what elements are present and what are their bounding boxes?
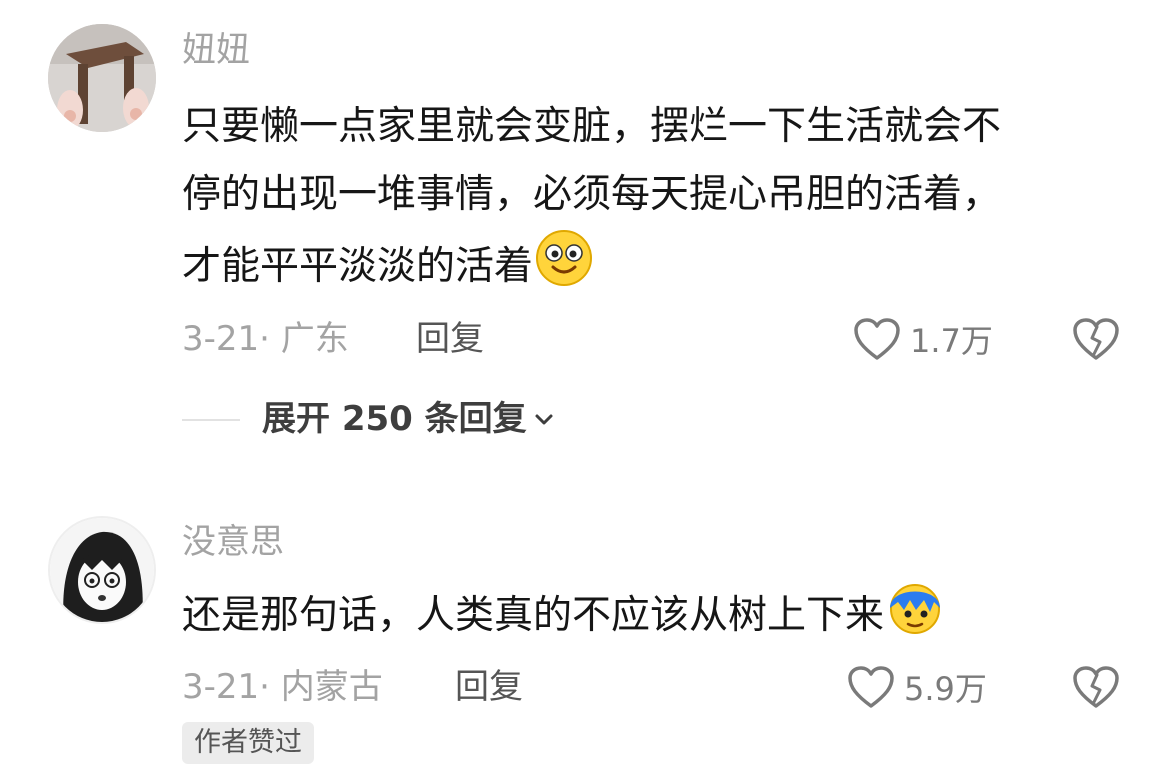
- broken-heart-icon[interactable]: [1072, 664, 1120, 710]
- username[interactable]: 没意思: [182, 522, 284, 562]
- comment-date: 3-21: [182, 319, 260, 359]
- reply-button[interactable]: 回复: [416, 319, 484, 359]
- username[interactable]: 妞妞: [182, 30, 250, 70]
- expand-divider: [182, 419, 240, 421]
- author-liked-badge: 作者赞过: [182, 722, 314, 764]
- comment-line-text: 还是那句话，人类真的不应该从树上下来: [182, 593, 885, 638]
- expand-replies-label: 展开 250 条回复: [262, 399, 527, 439]
- comment-location: 内蒙古: [280, 667, 383, 707]
- comment-meta: 3-21· 广东: [182, 319, 349, 359]
- chevron-down-icon: [535, 414, 553, 425]
- comment-text: 只要懒一点家里就会变脏，摆烂一下生活就会不 停的出现一堆事情，必须每天提心吊胆的…: [182, 93, 1001, 301]
- comment-line: 停的出现一堆事情，必须每天提心吊胆的活着，: [182, 172, 1002, 217]
- comment-location: 广东: [280, 319, 349, 359]
- expand-replies-button[interactable]: 展开 250 条回复: [262, 399, 555, 439]
- smiling-face-emoji: [536, 230, 593, 286]
- avatar[interactable]: [48, 24, 156, 132]
- comment-meta: 3-21· 内蒙古: [182, 667, 383, 707]
- like-count: 5.9万: [904, 670, 987, 708]
- like-count: 1.7万: [910, 322, 993, 360]
- comment-line: 才能平平淡淡的活着: [182, 229, 1001, 301]
- broken-heart-icon[interactable]: [1072, 316, 1120, 362]
- avatar-image: [48, 24, 156, 132]
- avatar[interactable]: [48, 516, 156, 624]
- comment-text: 还是那句话，人类真的不应该从树上下来: [182, 578, 944, 650]
- comment-line: 还是那句话，人类真的不应该从树上下来: [182, 578, 944, 650]
- heart-icon: [848, 666, 894, 708]
- like-button[interactable]: 1.7万: [852, 316, 993, 362]
- heart-icon: [854, 318, 900, 360]
- comment-line: 只要懒一点家里就会变脏，摆烂一下生活就会不: [182, 104, 1002, 149]
- comment-date: 3-21: [182, 667, 260, 707]
- comment-line-text: 才能平平淡淡的活着: [182, 244, 534, 289]
- avatar-image: [50, 518, 154, 622]
- like-button[interactable]: 5.9万: [846, 664, 987, 710]
- blue-hair-character-emoji: [890, 584, 941, 634]
- reply-button[interactable]: 回复: [455, 667, 523, 707]
